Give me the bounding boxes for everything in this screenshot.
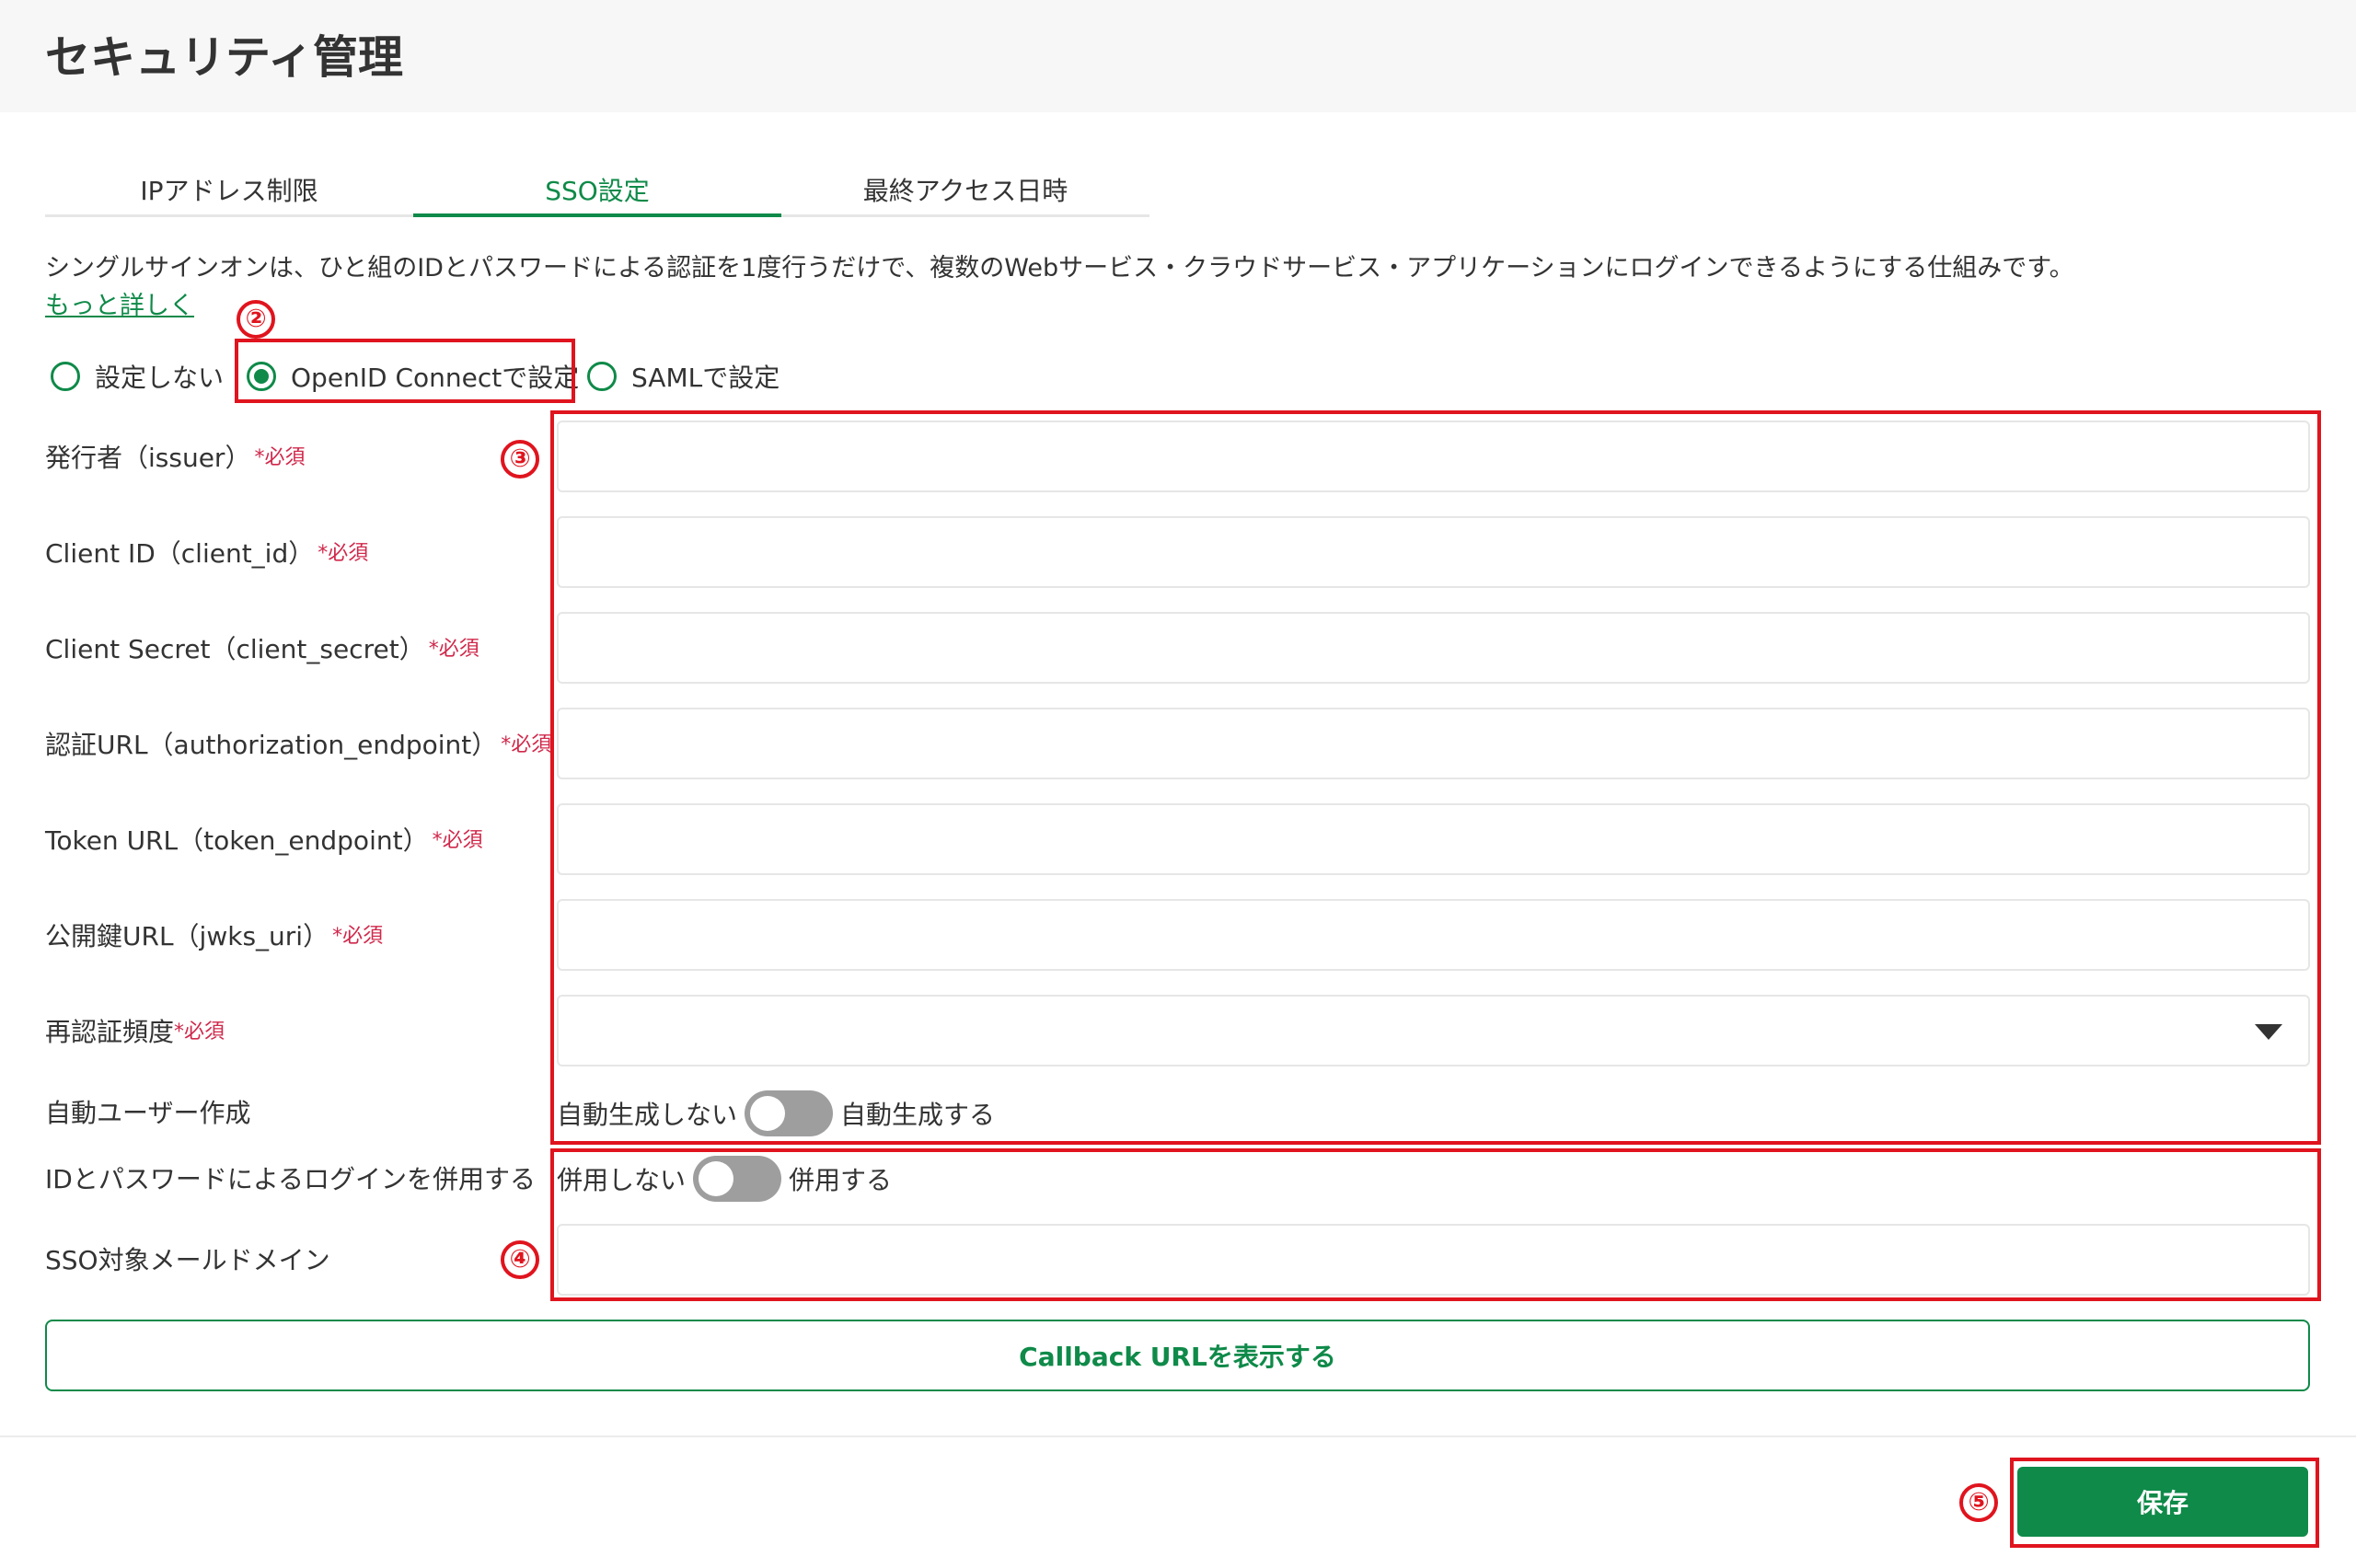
reauth-frequency-label: 再認証頻度*必須 xyxy=(45,1017,225,1047)
learn-more-link[interactable]: もっと詳しく xyxy=(45,288,194,325)
toggle-off-label: 併用しない xyxy=(557,1165,687,1195)
radio-label: OpenID Connectで設定 xyxy=(291,363,580,393)
sso-domain-input[interactable] xyxy=(557,1224,2310,1296)
show-callback-url-button[interactable]: Callback URLを表示する xyxy=(45,1320,2310,1391)
auto-user-toggle[interactable] xyxy=(745,1090,834,1136)
annotation-number-3: ③ xyxy=(501,440,539,478)
toggle-on-label: 自動生成する xyxy=(840,1100,996,1130)
sso-description: シングルサインオンは、ひと組のIDとパスワードによる認証を1度行うだけで、複数の… xyxy=(45,254,2074,282)
auto-user-toggle-row: 自動生成しない 自動生成する xyxy=(557,1090,995,1136)
issuer-input[interactable] xyxy=(557,421,2310,492)
required-mark: *必須 xyxy=(318,542,369,565)
client-id-input[interactable] xyxy=(557,516,2310,588)
tab-ip-restriction[interactable]: IPアドレス制限 xyxy=(45,166,413,217)
radio-openid-connect[interactable]: OpenID Connectで設定 xyxy=(247,355,579,398)
required-mark: *必須 xyxy=(174,1020,225,1043)
jwks-uri-label: 公開鍵URL（jwks_uri） *必須 xyxy=(45,921,384,951)
save-button[interactable]: 保存 xyxy=(2017,1467,2308,1537)
footer-divider xyxy=(0,1435,2356,1437)
jwks-uri-input[interactable] xyxy=(557,899,2310,971)
toggle-on-label: 併用する xyxy=(789,1165,893,1195)
toggle-knob xyxy=(699,1161,734,1196)
toggle-knob xyxy=(750,1096,786,1131)
tab-sso-settings[interactable]: SSO設定 xyxy=(413,166,781,217)
required-mark: *必須 xyxy=(501,733,552,756)
combined-login-label: IDとパスワードによるログインを併用する xyxy=(45,1164,536,1194)
combined-login-toggle[interactable] xyxy=(693,1156,782,1202)
combined-login-toggle-row: 併用しない 併用する xyxy=(557,1156,892,1202)
required-mark: *必須 xyxy=(332,925,384,948)
required-mark: *必須 xyxy=(428,638,479,661)
radio-saml[interactable]: SAMLで設定 xyxy=(587,355,780,398)
radio-label: 設定しない xyxy=(95,363,225,393)
issuer-label: 発行者（issuer） *必須 xyxy=(45,443,306,473)
radio-button-selected-icon[interactable] xyxy=(247,362,276,391)
radio-no-sso[interactable]: 設定しない xyxy=(51,355,224,398)
radio-button-icon[interactable] xyxy=(51,362,80,391)
token-endpoint-input[interactable] xyxy=(557,803,2310,875)
toggle-off-label: 自動生成しない xyxy=(557,1100,738,1130)
radio-label: SAMLで設定 xyxy=(631,363,780,393)
authorization-endpoint-label: 認証URL（authorization_endpoint） *必須 xyxy=(45,730,552,760)
page-title: セキュリティ管理 xyxy=(45,31,404,84)
client-secret-input[interactable] xyxy=(557,612,2310,684)
client-id-label: Client ID（client_id） *必須 xyxy=(45,538,369,569)
auto-user-label: 自動ユーザー作成 xyxy=(45,1098,251,1128)
required-mark: *必須 xyxy=(254,446,306,469)
sso-domain-label: SSO対象メールドメイン xyxy=(45,1245,330,1275)
page-header: セキュリティ管理 xyxy=(0,0,2356,112)
token-endpoint-label: Token URL（token_endpoint） *必須 xyxy=(45,825,483,856)
authorization-endpoint-input[interactable] xyxy=(557,708,2310,779)
required-mark: *必須 xyxy=(432,829,483,852)
annotation-number-2: ② xyxy=(237,300,275,339)
annotation-number-5: ⑤ xyxy=(1959,1483,1998,1522)
client-secret-label: Client Secret（client_secret） *必須 xyxy=(45,634,479,664)
tab-last-access[interactable]: 最終アクセス日時 xyxy=(781,166,1149,217)
radio-button-icon[interactable] xyxy=(587,362,617,391)
annotation-number-4: ④ xyxy=(501,1240,539,1279)
tab-bar: IPアドレス制限 SSO設定 最終アクセス日時 xyxy=(45,166,1149,217)
reauth-frequency-select[interactable] xyxy=(557,995,2310,1066)
chevron-down-icon xyxy=(2255,1024,2282,1040)
active-tab-indicator xyxy=(413,213,781,217)
